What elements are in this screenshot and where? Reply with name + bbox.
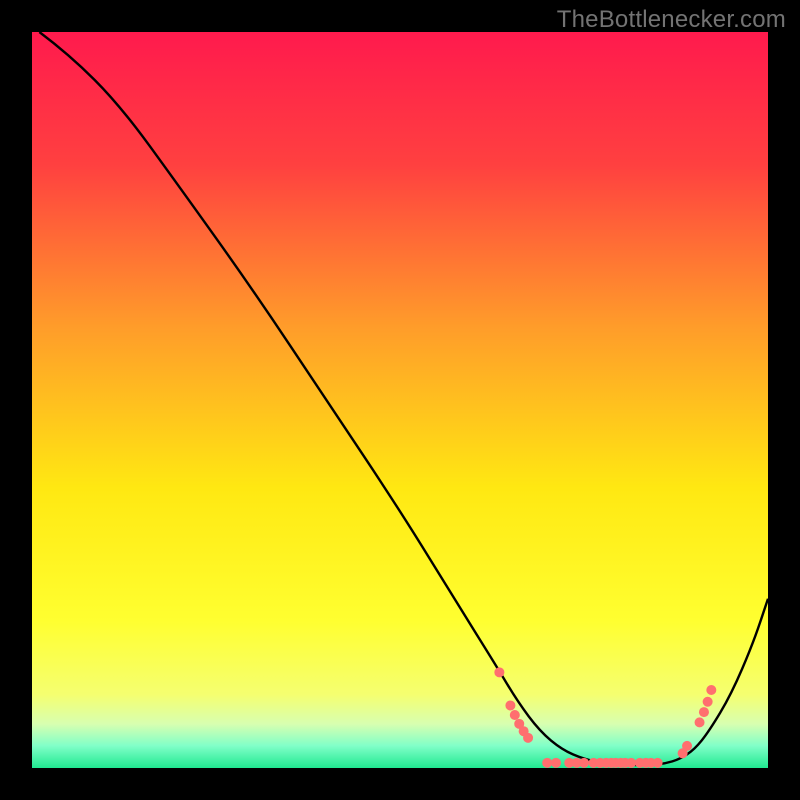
attribution-label: TheBottlenecker.com bbox=[557, 6, 786, 34]
marker-point bbox=[494, 667, 504, 677]
marker-point bbox=[510, 710, 520, 720]
chart-plot bbox=[32, 32, 768, 768]
marker-point bbox=[706, 685, 716, 695]
marker-point bbox=[653, 758, 663, 768]
marker-point bbox=[542, 758, 552, 768]
chart-frame bbox=[32, 32, 768, 768]
marker-point bbox=[695, 717, 705, 727]
marker-point bbox=[699, 707, 709, 717]
gradient-background bbox=[32, 32, 768, 768]
marker-point bbox=[626, 758, 636, 768]
marker-point bbox=[523, 733, 533, 743]
marker-point bbox=[682, 741, 692, 751]
marker-point bbox=[505, 700, 515, 710]
marker-point bbox=[551, 758, 561, 768]
marker-point bbox=[579, 758, 589, 768]
marker-point bbox=[703, 697, 713, 707]
